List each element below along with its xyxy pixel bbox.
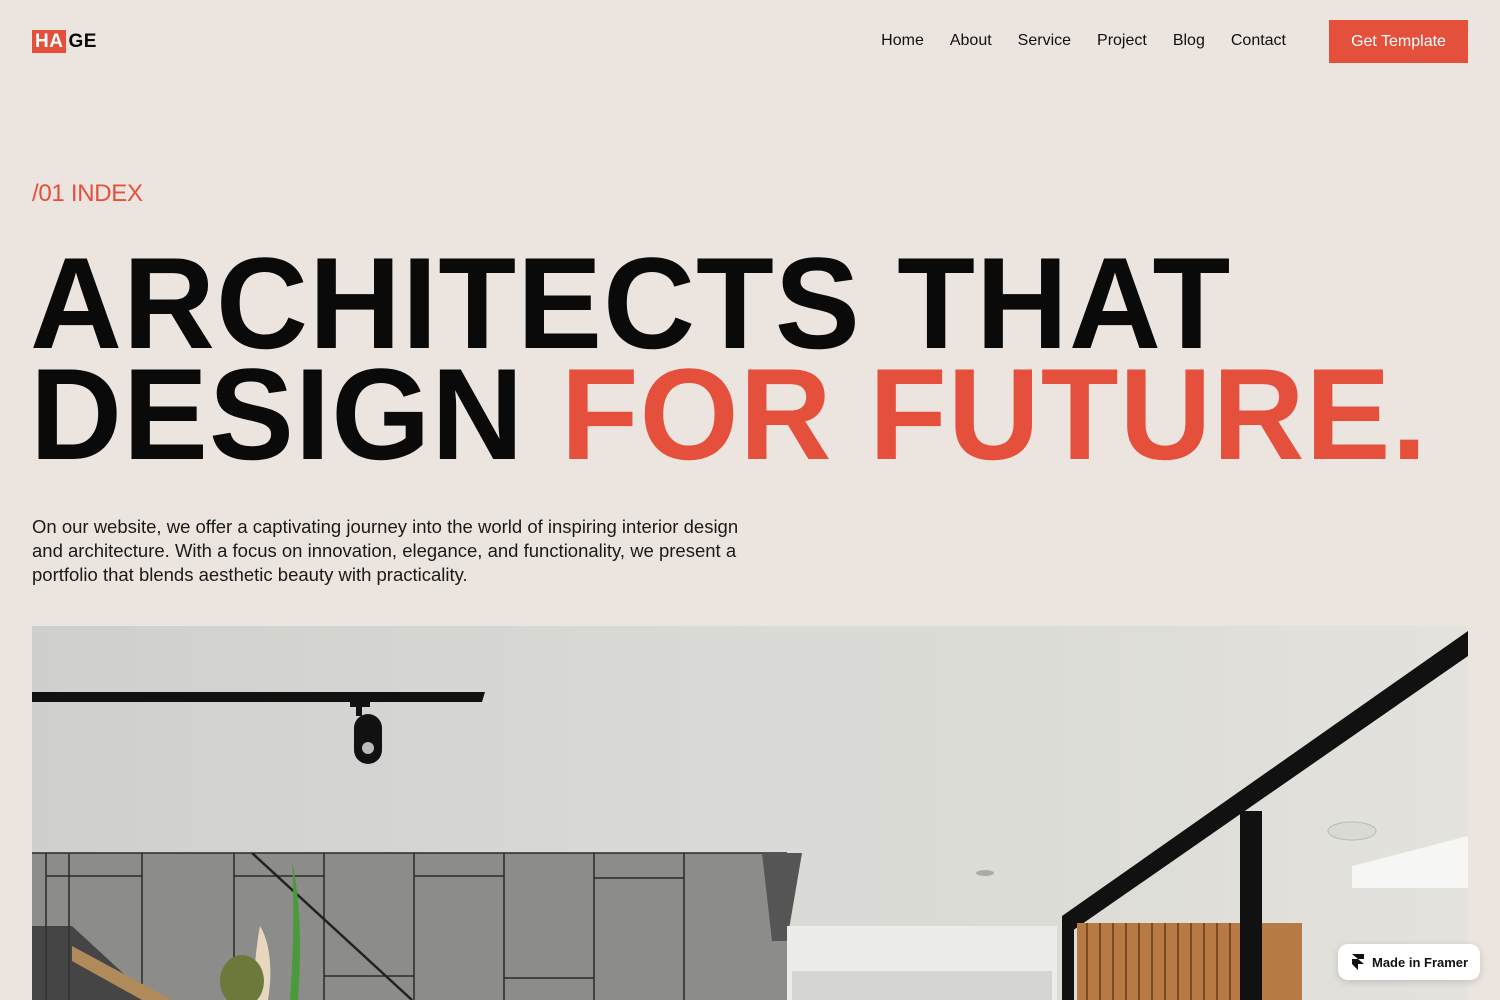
nav-home[interactable]: Home (881, 30, 924, 52)
get-template-button[interactable]: Get Template (1329, 20, 1468, 63)
nav-about[interactable]: About (950, 30, 992, 52)
interior-photo-illustration (32, 631, 1468, 1000)
headline-accent: FOR FUTURE. (560, 341, 1428, 487)
hero-image (32, 626, 1468, 1000)
nav-contact[interactable]: Contact (1231, 30, 1286, 52)
logo-text: GE (68, 31, 97, 52)
logo-highlight: HA (32, 30, 67, 53)
framer-logo-icon (1352, 954, 1364, 970)
badge-label: Made in Framer (1372, 954, 1469, 970)
hero-intro-text: On our website, we offer a captivating j… (32, 516, 739, 585)
main-menu: Home About Service Project Blog Contact (855, 30, 1286, 52)
hero-headline: ARCHITECTS THAT DESIGN FOR FUTURE. (30, 238, 1428, 479)
top-nav: HA GE Home About Service Project Blog Co… (0, 0, 1500, 82)
nav-service[interactable]: Service (1018, 30, 1071, 52)
nav-project[interactable]: Project (1097, 30, 1147, 52)
logo[interactable]: HA GE (32, 30, 97, 53)
nav-blog[interactable]: Blog (1173, 30, 1205, 52)
section-index-label: /01 INDEX (32, 180, 143, 207)
made-in-framer-badge[interactable]: Made in Framer (1338, 944, 1480, 980)
headline-line-2: DESIGN (30, 341, 561, 487)
